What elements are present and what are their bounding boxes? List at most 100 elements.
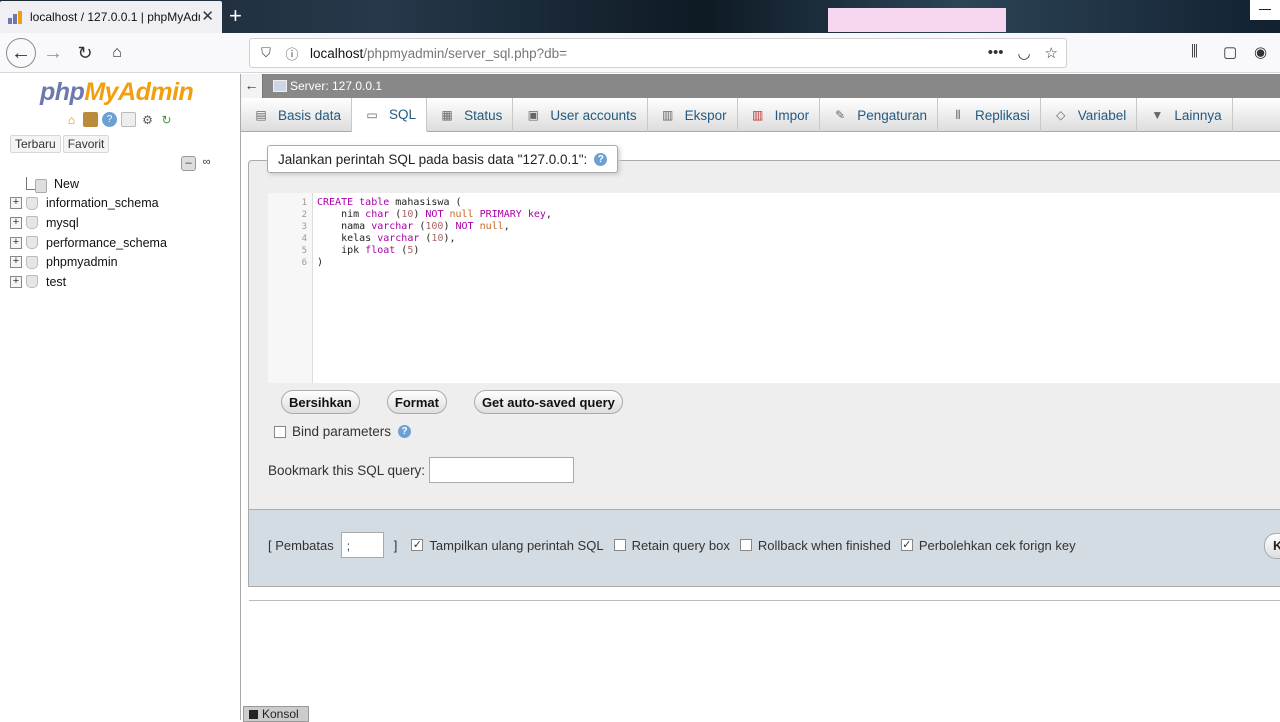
phpmyadmin-logo[interactable]: phpMyAdmin: [40, 78, 194, 107]
tree-item-database[interactable]: + performance_schema: [10, 233, 167, 253]
navigation-panel: phpMyAdmin ⌂ ? ⚙ ↻ Terbaru Favorit – ∞ N…: [0, 74, 241, 720]
rollback-checkbox[interactable]: [739, 539, 752, 551]
line-number-gutter: 1 2 3 4 5 6: [268, 193, 313, 383]
sidebar-toggle-icon[interactable]: ▢: [1223, 43, 1237, 61]
tree-item-database[interactable]: + test: [10, 272, 167, 292]
tree-item-database[interactable]: + phpmyadmin: [10, 252, 167, 272]
link-with-main-icon[interactable]: ∞: [199, 156, 214, 171]
show-query-checkbox[interactable]: ✓: [411, 539, 424, 551]
sql-icon: ▭: [366, 107, 378, 122]
tree-item-database[interactable]: + mysql: [10, 213, 167, 233]
database-icon: [26, 236, 38, 250]
url-bar[interactable]: ⛉ ⓘ localhost/phpmyadmin/server_sql.php?…: [249, 38, 1067, 68]
export-icon: ▥: [661, 108, 674, 122]
tab-status[interactable]: ▦ Status: [427, 98, 514, 132]
server-icon: [273, 80, 287, 92]
replication-icon: ⫴: [955, 107, 961, 122]
database-icon: [26, 275, 38, 289]
logout-icon[interactable]: [83, 112, 98, 127]
tab-sql[interactable]: ▭ SQL: [352, 98, 428, 132]
expand-icon[interactable]: +: [10, 256, 22, 269]
top-menu: ▤ Basis data ▭ SQL ▦ Status ▣ User accounts …: [241, 98, 1280, 132]
expand-icon[interactable]: +: [10, 197, 22, 210]
browser-tab-title: localhost / 127.0.0.1 | phpMyAdmin: [30, 10, 200, 24]
variables-icon: ◇: [1056, 108, 1066, 122]
collapse-all-icon[interactable]: –: [181, 156, 196, 171]
retain-query-checkbox[interactable]: [613, 539, 626, 551]
expand-icon[interactable]: +: [10, 275, 22, 288]
shield-icon[interactable]: ⛉: [256, 45, 276, 61]
reload-icon[interactable]: ↻: [70, 38, 100, 68]
back-icon[interactable]: ←: [6, 38, 36, 68]
delimiter-input[interactable]: ;: [340, 532, 384, 558]
recent-tables-button[interactable]: Terbaru: [10, 135, 61, 153]
url-text[interactable]: localhost/phpmyadmin/server_sql.php?db=: [310, 46, 567, 61]
collapse-nav-icon[interactable]: ←: [241, 74, 263, 98]
favorite-tables-button[interactable]: Favorit: [62, 135, 110, 153]
browser-tabstrip: localhost / 127.0.0.1 | phpMyAdmin ✕ +: [0, 0, 1280, 33]
clear-button[interactable]: Bersihkan: [281, 390, 360, 414]
import-icon: ▥: [752, 108, 764, 122]
wrench-icon: ✎: [835, 108, 846, 122]
code-line: kelas varchar (10),: [317, 233, 456, 244]
tab-import[interactable]: ▥ Impor: [738, 98, 821, 132]
forward-icon[interactable]: →: [38, 38, 68, 68]
breadcrumb-server[interactable]: Server: 127.0.0.1: [290, 79, 382, 93]
docs-icon[interactable]: ?: [102, 112, 117, 127]
new-tab-icon[interactable]: +: [229, 3, 242, 29]
info-icon[interactable]: ⓘ: [282, 44, 302, 63]
format-button[interactable]: Format: [386, 390, 447, 414]
database-icon: [26, 196, 38, 210]
tab-replication[interactable]: ⫴ Replikasi: [938, 98, 1041, 132]
tree-item-database[interactable]: + information_schema: [10, 194, 167, 214]
page-actions-icon[interactable]: •••: [988, 44, 1004, 62]
help-icon[interactable]: ?: [398, 425, 412, 438]
database-tree: New + information_schema + mysql + perfo…: [10, 174, 167, 292]
code-line: CREATE table mahasiswa (: [317, 197, 462, 208]
sql-editor[interactable]: 1 2 3 4 5 6 CREATE table mahasiswa ( nim…: [268, 193, 1280, 383]
sql-docs-icon[interactable]: [121, 112, 136, 127]
tab-export[interactable]: ▥ Ekspor: [648, 98, 738, 132]
tab-user-accounts[interactable]: ▣ User accounts: [513, 98, 648, 132]
bind-parameters-checkbox[interactable]: [274, 425, 286, 438]
home-icon[interactable]: ⌂: [102, 38, 132, 68]
chevron-down-icon: ▼: [1151, 108, 1164, 122]
reload-nav-icon[interactable]: ↻: [159, 112, 174, 127]
sql-code[interactable]: CREATE table mahasiswa ( nim char (10) N…: [317, 197, 552, 269]
quick-icons: ⌂ ? ⚙ ↻: [64, 112, 174, 127]
window-minimize-button[interactable]: [1250, 0, 1280, 20]
home-icon[interactable]: ⌂: [64, 112, 79, 127]
breadcrumb: ← Server: 127.0.0.1: [241, 74, 1280, 98]
query-options: [ Pembatas ; ] ✓ Tampilkan ulang perintah…: [268, 532, 1086, 558]
expand-icon[interactable]: +: [10, 216, 22, 229]
auto-saved-query-button[interactable]: Get auto-saved query: [473, 390, 623, 414]
phpmyadmin-favicon-icon: [8, 10, 24, 24]
tab-more[interactable]: ▼ Lainnya: [1137, 98, 1233, 132]
pocket-icon[interactable]: ◡: [1017, 44, 1030, 62]
tab-variables[interactable]: ◇ Variabel: [1041, 98, 1138, 132]
library-icon[interactable]: ⫼: [1191, 43, 1198, 60]
database-icon: [26, 216, 38, 230]
foreign-key-checkbox[interactable]: ✓: [900, 539, 913, 551]
users-icon: ▣: [527, 108, 540, 122]
bookmark-star-icon[interactable]: ☆: [1045, 44, 1058, 62]
divider: [249, 600, 1280, 601]
tab-settings[interactable]: ✎ Pengaturan: [820, 98, 938, 132]
tab-databases[interactable]: ▤ Basis data: [241, 98, 353, 132]
expand-icon[interactable]: +: [10, 236, 22, 249]
bookmark-input[interactable]: [429, 457, 575, 483]
close-tab-icon[interactable]: ✕: [201, 9, 214, 24]
code-line: ): [317, 257, 324, 268]
help-icon[interactable]: ?: [594, 152, 608, 166]
sql-panel-legend: Jalankan perintah SQL pada basis data "1…: [267, 145, 619, 173]
account-icon[interactable]: ◉: [1254, 43, 1267, 61]
code-line: nim char (10) NOT null PRIMARY key,: [317, 209, 552, 220]
go-button[interactable]: K: [1264, 533, 1280, 559]
database-icon: [26, 255, 38, 269]
browser-tab[interactable]: localhost / 127.0.0.1 | phpMyAdmin ✕: [0, 1, 222, 33]
console-icon: [249, 709, 258, 719]
tree-item-new[interactable]: New: [10, 174, 167, 194]
bookmark-row: Bookmark this SQL query:: [268, 457, 575, 483]
settings-gear-icon[interactable]: ⚙: [140, 112, 155, 127]
new-database-icon: [26, 177, 47, 194]
